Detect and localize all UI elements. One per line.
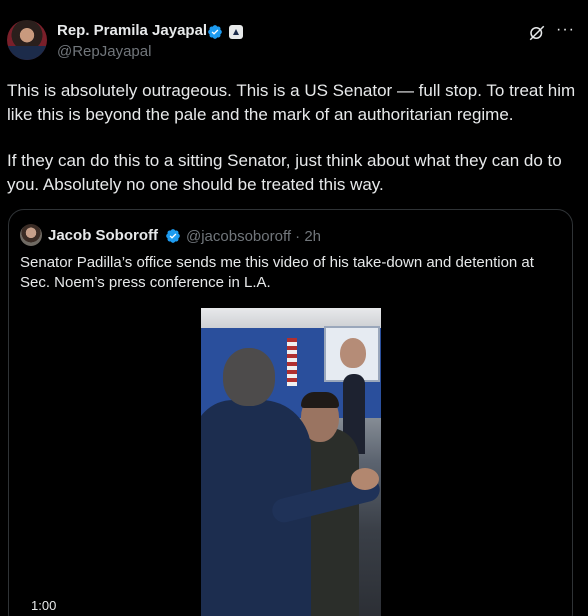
video-timestamp: 1:00 [27, 596, 61, 615]
tweet[interactable]: Rep. Pramila Jayapal @RepJayapal ··· Thi… [0, 0, 588, 616]
author-handle[interactable]: @RepJayapal [57, 43, 151, 60]
quoted-tweet[interactable]: Jacob Soboroff @jacobsoboroff · 2h Senat… [8, 209, 573, 616]
video-senator-head [223, 348, 275, 406]
video-hand [351, 468, 379, 490]
quoted-tweet-text: Senator Padilla’s office sends me this v… [20, 254, 534, 291]
quoted-author-handle-time[interactable]: @jacobsoboroff · 2h [186, 228, 321, 245]
video-officer-hair [301, 392, 339, 408]
grok-icon[interactable] [528, 24, 546, 42]
video-frame[interactable] [201, 308, 381, 616]
quoted-author-name[interactable]: Jacob Soboroff [48, 227, 158, 244]
quoted-author-avatar[interactable] [20, 224, 42, 246]
author-avatar[interactable] [7, 20, 47, 60]
verified-badge-icon [166, 229, 180, 243]
tweet-paragraph: This is absolutely outrageous. This is a… [7, 81, 576, 124]
author-name[interactable]: Rep. Pramila Jayapal [57, 22, 207, 39]
tweet-text: This is absolutely outrageous. This is a… [7, 79, 579, 197]
tweet-paragraph: If they can do this to a sitting Senator… [7, 151, 562, 194]
more-icon[interactable]: ··· [556, 22, 575, 38]
government-affiliation-icon[interactable] [229, 25, 243, 39]
video-monitor-face [340, 338, 366, 368]
video-player[interactable]: 1:00 [9, 306, 572, 616]
verified-badge-icon[interactable] [207, 24, 223, 40]
video-flag [287, 338, 297, 386]
